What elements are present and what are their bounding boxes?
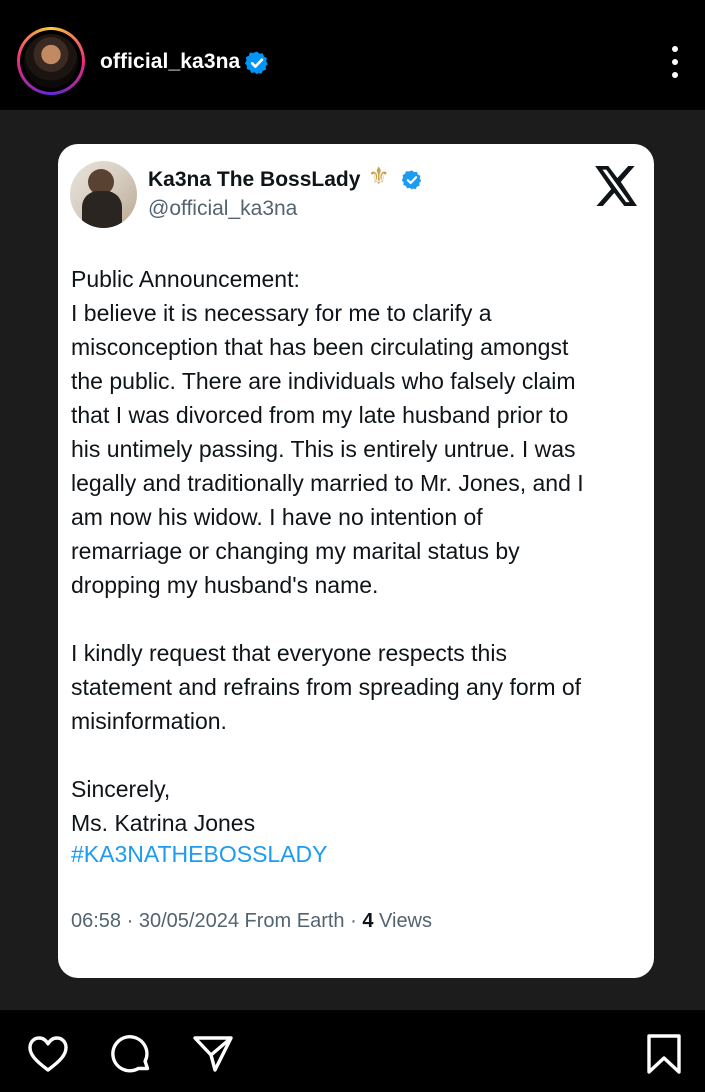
send-icon <box>193 1036 233 1072</box>
profile-avatar[interactable] <box>17 27 85 95</box>
tweet-display-name: Ka3na The BossLady <box>148 168 361 191</box>
tweet-views-count: 4 <box>362 910 374 932</box>
post-actions-bar <box>0 1010 705 1092</box>
tweet-hashtag: #KA3NATHEBOSSLADY <box>71 841 328 867</box>
like-button[interactable] <box>26 1032 70 1076</box>
username[interactable]: official_ka3na <box>100 50 240 74</box>
verified-badge-icon <box>244 51 268 75</box>
tweet-avatar <box>70 161 137 228</box>
heart-icon <box>28 1036 68 1072</box>
bookmark-icon <box>647 1034 681 1074</box>
tweet-source: From Earth <box>244 910 345 932</box>
tweet-views-label: Views <box>379 910 433 932</box>
post-media[interactable]: Ka3na The BossLady ⚜ @official_ka3na Pub… <box>0 110 705 1010</box>
more-options-button[interactable] <box>664 44 686 80</box>
tweet-verified-icon <box>401 170 422 190</box>
x-logo-icon <box>595 166 637 206</box>
save-button[interactable] <box>642 1032 686 1076</box>
comment-icon <box>111 1035 150 1073</box>
fleur-de-lis-icon: ⚜ <box>368 163 390 190</box>
tweet-body: Public Announcement: I believe it is nec… <box>71 266 584 836</box>
share-button[interactable] <box>191 1032 235 1076</box>
tweet-handle: @official_ka3na <box>148 197 298 220</box>
tweet-meta: 06:58 · 30/05/2024 From Earth · 4 Views <box>71 910 433 932</box>
comment-button[interactable] <box>109 1032 153 1076</box>
more-dot <box>672 59 678 65</box>
tweet-time: 06:58 <box>71 910 122 932</box>
more-dot <box>672 46 678 52</box>
tweet-card: Ka3na The BossLady ⚜ @official_ka3na Pub… <box>58 144 654 978</box>
tweet-date: 30/05/2024 <box>138 910 239 932</box>
more-dot <box>672 72 678 78</box>
post-header: official_ka3na <box>0 0 705 110</box>
